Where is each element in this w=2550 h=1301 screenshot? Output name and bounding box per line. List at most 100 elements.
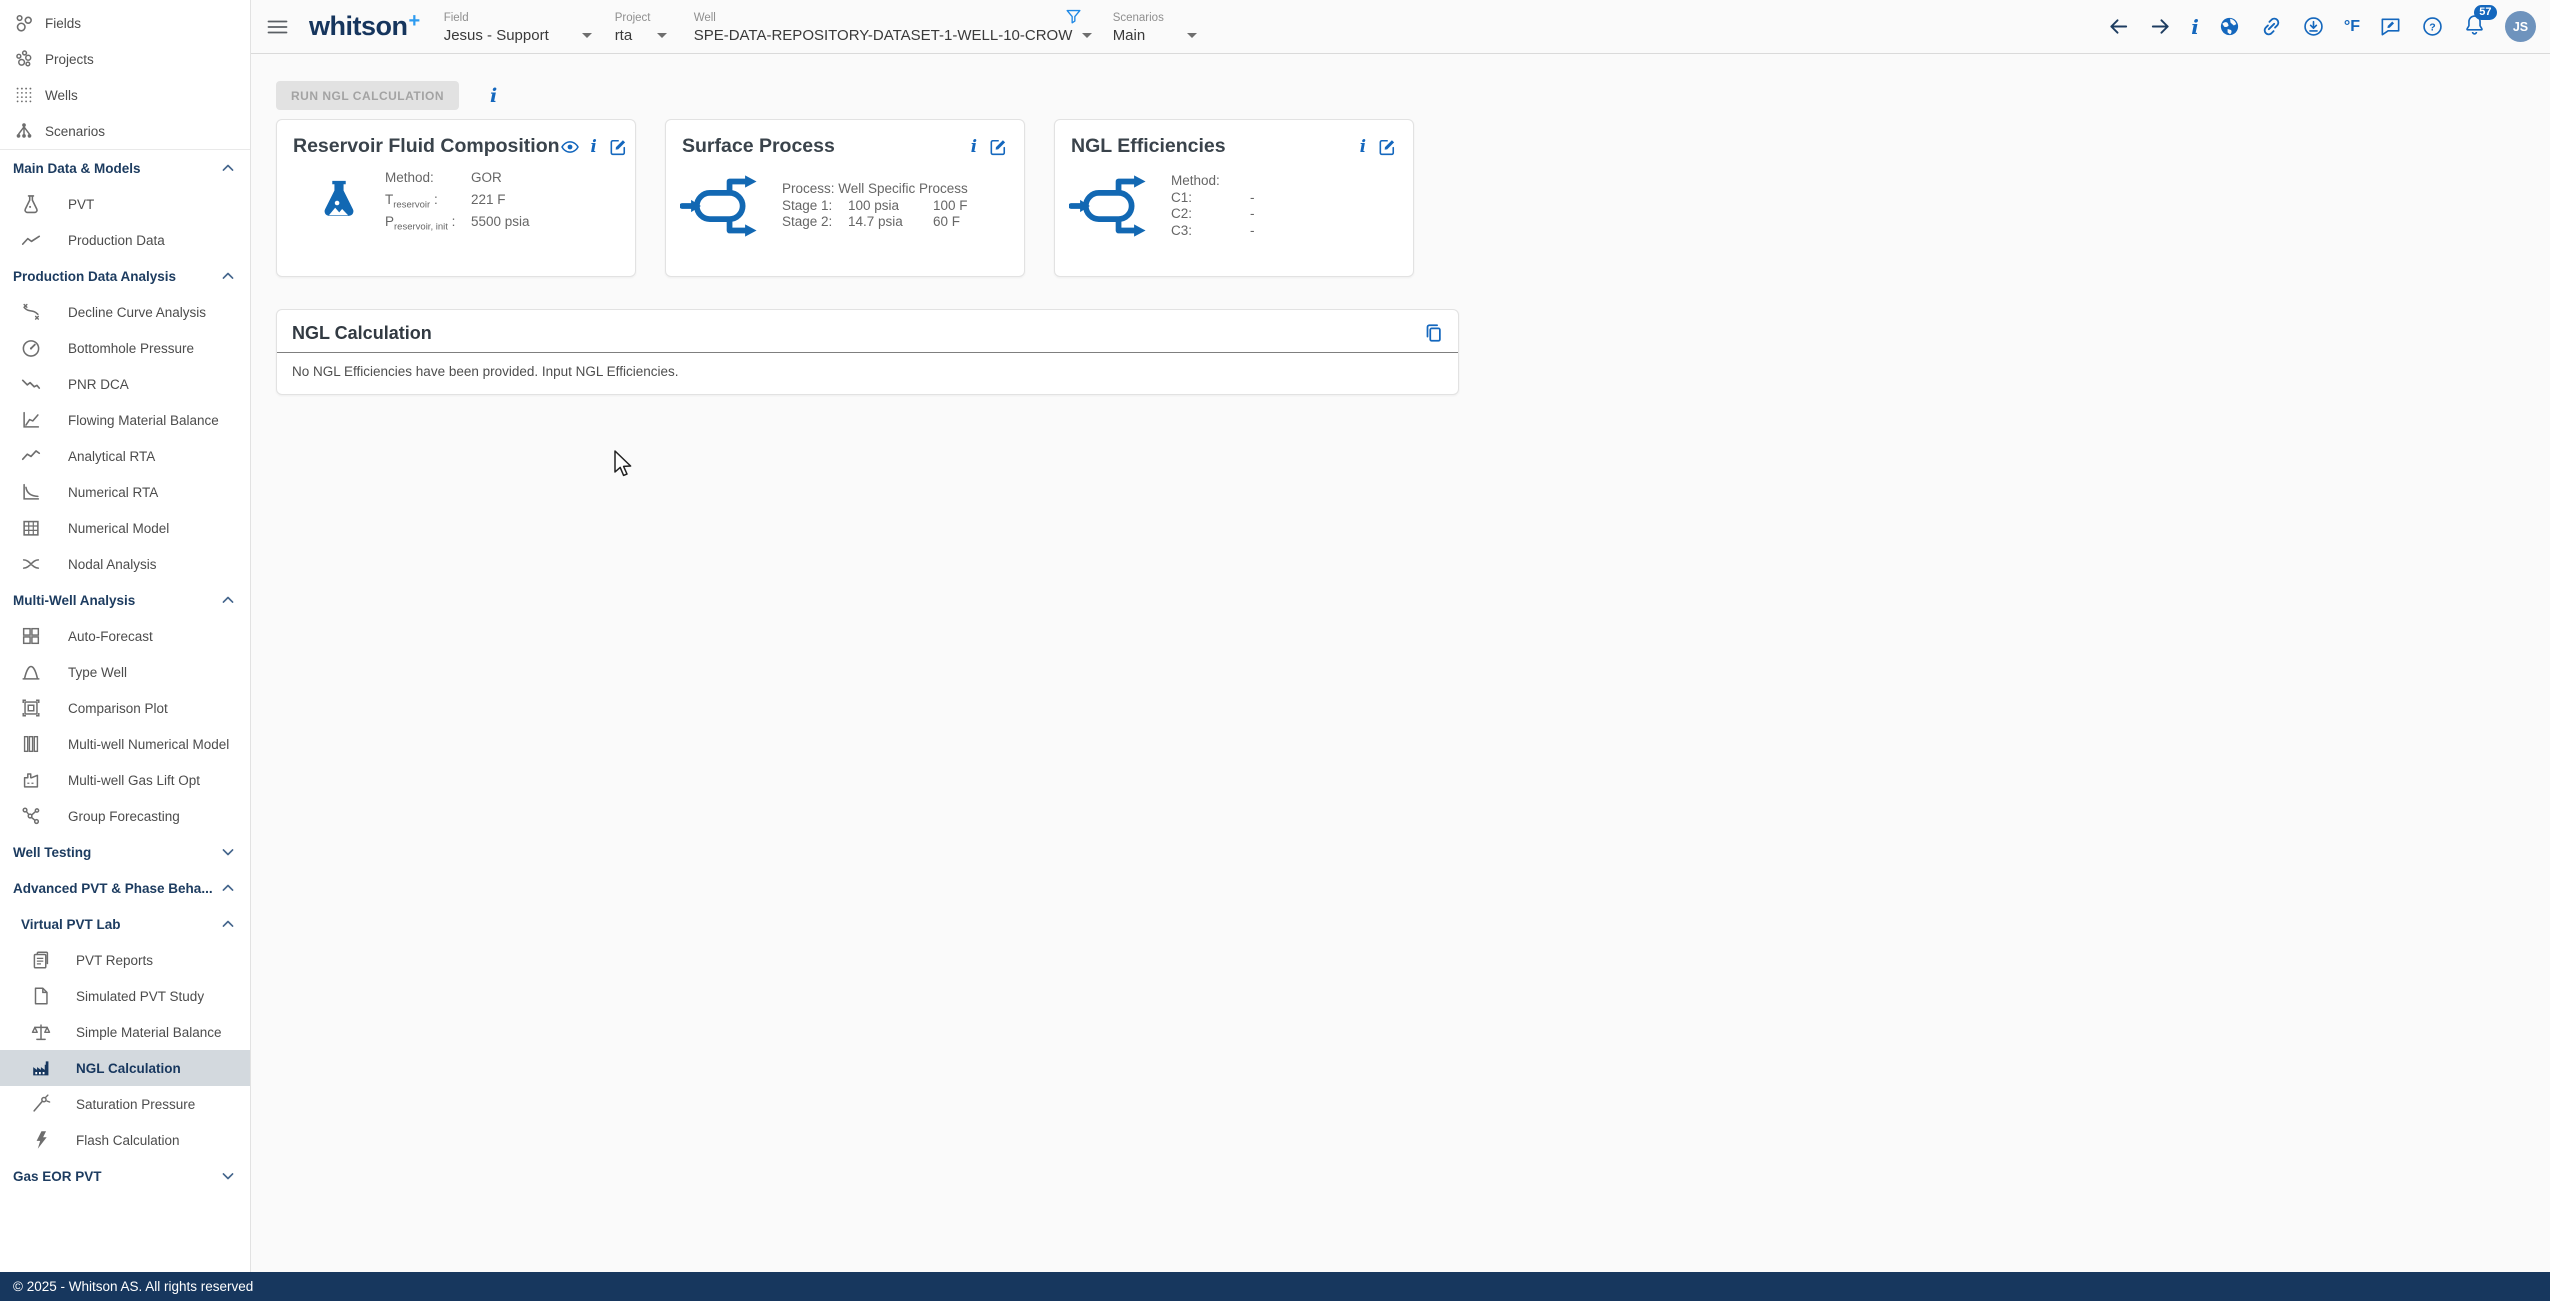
chevron-up-icon bbox=[218, 878, 238, 898]
logo-plus: + bbox=[408, 10, 421, 32]
sidebar-item-multi-well-numerical-model[interactable]: Multi-well Numerical Model bbox=[0, 726, 250, 762]
sidebar-item-pnr-dca[interactable]: PNR DCA bbox=[0, 366, 250, 402]
card-title: Surface Process bbox=[682, 135, 835, 157]
run-ngl-calculation-button[interactable]: RUN NGL CALCULATION bbox=[276, 81, 460, 110]
sidebar-item-decline-curve-analysis[interactable]: Decline Curve Analysis bbox=[0, 294, 250, 330]
temperature-unit-toggle[interactable]: °F bbox=[2344, 18, 2360, 36]
selector-label: Well bbox=[693, 11, 716, 24]
edit-icon[interactable] bbox=[608, 137, 628, 157]
row-value: - bbox=[1250, 222, 1255, 238]
comparison-plot-icon bbox=[20, 697, 42, 719]
building-icon bbox=[20, 517, 42, 539]
dropdown-caret-icon bbox=[1082, 32, 1093, 38]
sidebar-item-saturation-pressure[interactable]: Saturation Pressure bbox=[0, 1086, 250, 1122]
sidebar-item-label: Nodal Analysis bbox=[68, 556, 157, 572]
sidebar-item-auto-forecast[interactable]: Auto-Forecast bbox=[0, 618, 250, 654]
card-row: Preservoir, init :5500 psia bbox=[385, 214, 530, 236]
scenarios-selector[interactable]: Scenarios Main bbox=[1113, 0, 1197, 53]
link-icon[interactable] bbox=[2260, 15, 2283, 38]
sidebar-item-wells[interactable]: Wells bbox=[0, 77, 250, 113]
card-row: Method: GOR bbox=[385, 170, 530, 192]
sidebar-item-simple-material-balance[interactable]: Simple Material Balance bbox=[0, 1014, 250, 1050]
row-value: - bbox=[1250, 206, 1255, 221]
sidebar-item-label: Wells bbox=[45, 87, 78, 103]
sidebar-item-bottomhole-pressure[interactable]: Bottomhole Pressure bbox=[0, 330, 250, 366]
hamburger-menu-icon[interactable] bbox=[265, 15, 290, 39]
sidebar-item-numerical-model[interactable]: Numerical Model bbox=[0, 510, 250, 546]
sidebar-section-production-data-analysis[interactable]: Production Data Analysis bbox=[0, 258, 250, 294]
info-icon[interactable]: i bbox=[591, 137, 597, 156]
sidebar-item-flash-calculation[interactable]: Flash Calculation bbox=[0, 1122, 250, 1158]
eye-icon[interactable] bbox=[560, 137, 580, 157]
sidebar-item-scenarios[interactable]: Scenarios bbox=[0, 113, 250, 149]
help-icon[interactable] bbox=[2421, 15, 2444, 38]
section-label: Production Data Analysis bbox=[13, 268, 177, 284]
sidebar-item-nodal-analysis[interactable]: Nodal Analysis bbox=[0, 546, 250, 582]
sidebar-item-label: Bottomhole Pressure bbox=[68, 340, 195, 356]
field-selector[interactable]: Field Jesus - Support bbox=[444, 0, 592, 53]
sidebar-item-label: Production Data bbox=[68, 232, 165, 248]
sidebar-item-type-well[interactable]: Type Well bbox=[0, 654, 250, 690]
separator-icon bbox=[680, 170, 766, 242]
globe-icon[interactable] bbox=[2218, 15, 2241, 38]
sidebar-item-label: Saturation Pressure bbox=[76, 1096, 196, 1112]
edit-icon[interactable] bbox=[988, 137, 1008, 157]
sidebar-section-gas-eor-pvt[interactable]: Gas EOR PVT bbox=[0, 1158, 250, 1194]
notifications-bell[interactable]: 57 bbox=[2463, 4, 2497, 41]
sidebar-item-multi-well-gas-lift-opt[interactable]: Multi-well Gas Lift Opt bbox=[0, 762, 250, 798]
sidebar-item-label: Analytical RTA bbox=[68, 448, 156, 464]
top-actions: i °F 57 JS bbox=[2107, 4, 2536, 42]
sidebar-item-comparison-plot[interactable]: Comparison Plot bbox=[0, 690, 250, 726]
sidebar-item-numerical-rta[interactable]: Numerical RTA bbox=[0, 474, 250, 510]
sidebar-item-projects[interactable]: Projects bbox=[0, 41, 250, 77]
section-label: Gas EOR PVT bbox=[13, 1168, 102, 1184]
sidebar-item-fields[interactable]: Fields bbox=[0, 5, 250, 41]
wells-icon bbox=[13, 84, 35, 106]
feedback-icon[interactable] bbox=[2379, 15, 2402, 38]
sidebar-item-label: PNR DCA bbox=[68, 376, 129, 392]
sidebar-subsection-virtual-pvt-lab[interactable]: Virtual PVT Lab bbox=[0, 906, 250, 942]
back-icon[interactable] bbox=[2107, 15, 2130, 38]
edit-icon[interactable] bbox=[1377, 137, 1397, 157]
filter-icon[interactable] bbox=[1064, 7, 1083, 26]
sidebar-item-simulated-pvt-study[interactable]: Simulated PVT Study bbox=[0, 978, 250, 1014]
card-row: Treservoir :221 F bbox=[385, 192, 530, 214]
sidebar-item-pvt[interactable]: PVT bbox=[0, 186, 250, 222]
selector-value: Jesus - Support bbox=[443, 26, 549, 44]
sidebar-section-main-data-models[interactable]: Main Data & Models bbox=[0, 150, 250, 186]
app-logo[interactable]: whitson+ bbox=[309, 10, 421, 42]
info-icon[interactable]: i bbox=[1360, 137, 1366, 156]
factory-icon bbox=[30, 1057, 52, 1079]
selector-label: Project bbox=[614, 11, 651, 24]
sidebar-item-flowing-material-balance[interactable]: Flowing Material Balance bbox=[0, 402, 250, 438]
card-row: C3: - bbox=[1171, 222, 1255, 238]
sidebar-item-pvt-reports[interactable]: PVT Reports bbox=[0, 942, 250, 978]
sidebar-section-multi-well-analysis[interactable]: Multi-Well Analysis bbox=[0, 582, 250, 618]
sidebar-item-group-forecasting[interactable]: Group Forecasting bbox=[0, 798, 250, 834]
sidebar-item-production-data[interactable]: Production Data bbox=[0, 222, 250, 258]
sidebar-section-advanced-pvt-phase-behavior[interactable]: Advanced PVT & Phase Beha... bbox=[0, 870, 250, 906]
info-icon[interactable]: i bbox=[2191, 15, 2199, 39]
forward-icon[interactable] bbox=[2149, 15, 2172, 38]
export-icon[interactable] bbox=[2302, 15, 2325, 38]
row-pressure: 14.7 psia bbox=[848, 214, 903, 230]
selector-label: Field bbox=[443, 11, 469, 24]
card-title: NGL Efficiencies bbox=[1071, 135, 1226, 157]
app-window: Fields Projects Wells Scenarios Main Dat… bbox=[0, 0, 2550, 1301]
sidebar-item-label: Numerical Model bbox=[68, 520, 170, 536]
user-avatar[interactable]: JS bbox=[2505, 11, 2536, 42]
row-value: GOR bbox=[471, 170, 502, 185]
info-icon[interactable]: i bbox=[971, 137, 977, 156]
sidebar-item-label: Projects bbox=[45, 51, 94, 67]
project-selector[interactable]: Project rta bbox=[615, 0, 667, 53]
info-icon[interactable]: i bbox=[490, 85, 497, 107]
copy-icon[interactable] bbox=[1422, 322, 1444, 344]
chevron-up-icon bbox=[218, 266, 238, 286]
logo-text: whitson bbox=[309, 11, 408, 41]
type-curve-icon bbox=[20, 661, 42, 683]
well-selector[interactable]: Well SPE-DATA-REPOSITORY-DATASET-1-WELL-… bbox=[693, 0, 1093, 53]
sidebar-item-ngl-calculation[interactable]: NGL Calculation bbox=[0, 1050, 250, 1086]
sidebar-item-analytical-rta[interactable]: Analytical RTA bbox=[0, 438, 250, 474]
sidebar-section-well-testing[interactable]: Well Testing bbox=[0, 834, 250, 870]
separator-icon bbox=[1069, 170, 1155, 242]
